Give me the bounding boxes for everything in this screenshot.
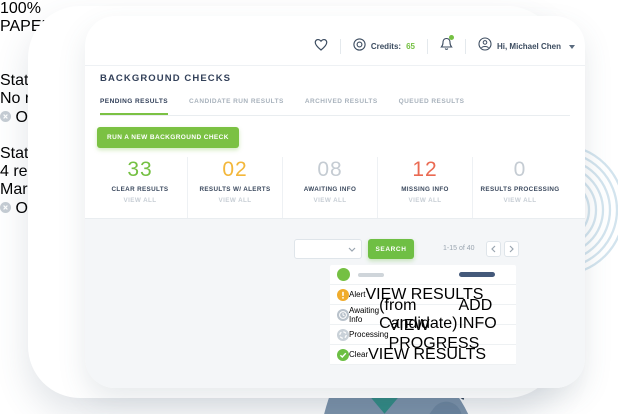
row-label: Processing: [349, 330, 389, 339]
stat-results-with-alerts: 02 RESULTS W/ ALERTS VIEW ALL: [188, 157, 283, 218]
user-avatar-icon: [478, 37, 492, 56]
clear-check-icon: [0, 54, 9, 71]
stat-value: 08: [317, 158, 343, 181]
row-label: Alert: [349, 290, 366, 299]
results-section: SEARCH 1-15 of 40 Alert VIEW RESULTS Awa…: [85, 218, 585, 388]
stat-value: 33: [127, 158, 153, 181]
tab-pending-results[interactable]: PENDING RESULTS: [100, 98, 169, 115]
table-row-processing[interactable]: Processing VIEW PROGRESS: [330, 317, 516, 352]
alert-exclamation-icon: [0, 127, 9, 144]
topbar-divider: [464, 39, 466, 54]
disabled-x-icon: [0, 202, 11, 213]
credits-coin-icon: [353, 37, 366, 56]
stat-label: MISSING INFO: [401, 186, 449, 193]
stat-clear-results: 33 CLEAR RESULTS VIEW ALL: [93, 157, 188, 218]
dashboard-card: Credits: 65 Hi, Michael Chen BACKGROUND …: [85, 16, 585, 388]
page-title: BACKGROUND CHECKS: [100, 73, 232, 84]
credits-label: Credits:: [370, 42, 402, 51]
user-menu[interactable]: Hi, Michael Chen: [478, 37, 575, 56]
text-placeholder-bar: [358, 272, 384, 277]
tab-candidate-run-results[interactable]: CANDIDATE RUN RESULTS: [189, 98, 284, 115]
stat-awaiting-info: 08 AWAITING INFO VIEW ALL: [283, 157, 378, 218]
chevron-left-icon: [491, 245, 496, 253]
processing-spinner-icon: [337, 328, 349, 341]
stats-row: 33 CLEAR RESULTS VIEW ALL 02 RESULTS W/ …: [93, 157, 567, 218]
view-all-link[interactable]: VIEW ALL: [283, 197, 377, 204]
chevron-down-icon: [569, 44, 575, 49]
checked-checkbox-icon: [0, 36, 11, 53]
clear-check-icon: [337, 348, 349, 361]
search-button[interactable]: SEARCH: [368, 239, 414, 259]
stat-results-processing: 0 RESULTS PROCESSING VIEW ALL: [473, 157, 567, 218]
user-greeting: Hi, Michael Chen: [496, 42, 561, 51]
next-page-button[interactable]: [504, 241, 519, 257]
topbar-divider: [426, 39, 428, 54]
filter-dropdown[interactable]: [294, 239, 362, 259]
action-placeholder-bar: [459, 272, 495, 277]
notifications-bell-icon[interactable]: [440, 35, 454, 56]
row-label: Awaiting Info: [349, 305, 380, 324]
awaiting-info-clock-icon: [337, 308, 349, 321]
view-all-link[interactable]: VIEW ALL: [93, 197, 187, 204]
favorites-heart-icon[interactable]: [314, 38, 328, 56]
credits-group[interactable]: Credits: 65: [353, 37, 415, 56]
disabled-x-icon: [0, 111, 11, 122]
stat-label: RESULTS W/ ALERTS: [199, 186, 271, 193]
alert-icon: [337, 288, 349, 301]
stat-value: 0: [513, 158, 527, 181]
view-all-link[interactable]: VIEW ALL: [473, 197, 567, 204]
chevron-down-icon: [348, 247, 356, 252]
pagination-info: 1-15 of 40: [443, 245, 475, 252]
notification-dot: [448, 35, 454, 40]
topbar-divider: [339, 39, 341, 54]
chevron-right-icon: [509, 245, 514, 253]
tab-queued-results[interactable]: QUEUED RESULTS: [399, 98, 465, 115]
table-row-placeholder[interactable]: [330, 265, 516, 285]
view-results-link[interactable]: VIEW RESULTS: [368, 346, 486, 364]
stat-label: RESULTS PROCESSING: [480, 186, 560, 193]
results-table: Alert VIEW RESULTS Awaiting Info (from C…: [330, 265, 516, 365]
stat-value: 02: [222, 158, 248, 181]
prev-page-button[interactable]: [486, 241, 501, 257]
row-label: Clear: [349, 350, 369, 359]
screenshot-stage: Credits: 65 Hi, Michael Chen BACKGROUND …: [0, 0, 618, 414]
status-dot-icon: [337, 268, 350, 281]
view-all-link[interactable]: VIEW ALL: [188, 197, 282, 204]
run-background-check-button[interactable]: RUN A NEW BACKGROUND CHECK: [97, 127, 239, 148]
topbar: Credits: 65 Hi, Michael Chen: [85, 16, 585, 66]
stat-missing-info: 12 MISSING INFO VIEW ALL: [378, 157, 473, 218]
tab-archived-results[interactable]: ARCHIVED RESULTS: [305, 98, 378, 115]
stat-label: AWAITING INFO: [303, 186, 357, 193]
results-tabs: PENDING RESULTS CANDIDATE RUN RESULTS AR…: [100, 98, 570, 116]
stat-label: CLEAR RESULTS: [111, 186, 169, 193]
stat-value: 12: [412, 158, 438, 181]
view-all-link[interactable]: VIEW ALL: [378, 197, 472, 204]
credits-value: 65: [406, 42, 415, 51]
